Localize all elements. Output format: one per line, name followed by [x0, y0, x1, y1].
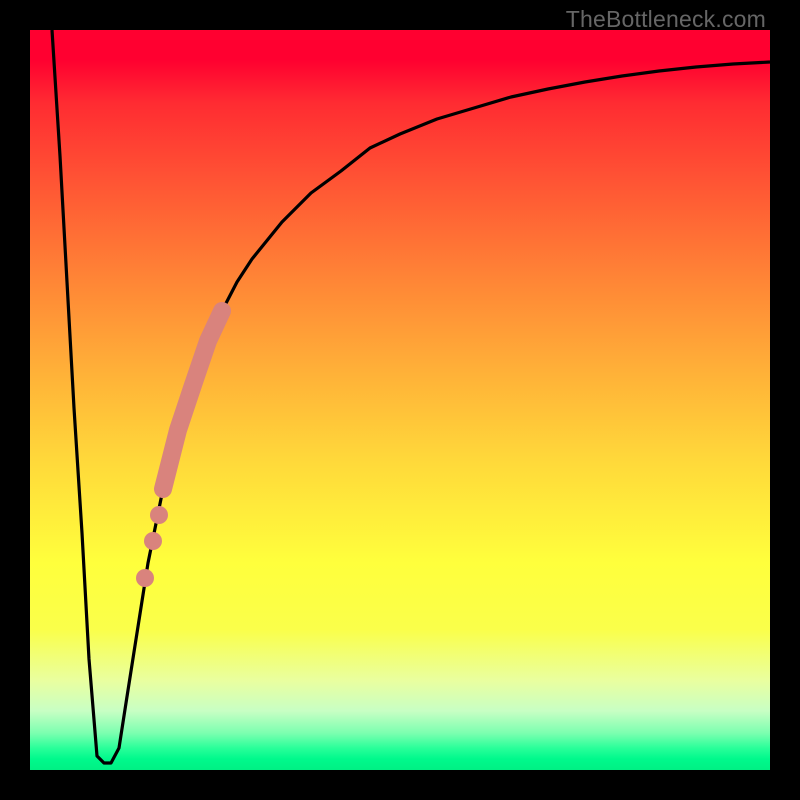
chart-frame: TheBottleneck.com	[0, 0, 800, 800]
plot-area	[30, 30, 770, 770]
highlighted-range	[163, 311, 222, 489]
highlight-dot	[150, 506, 168, 524]
watermark-text: TheBottleneck.com	[566, 6, 766, 33]
highlight-dot	[144, 532, 162, 550]
bottleneck-curve	[52, 30, 770, 763]
highlight-dot	[136, 569, 154, 587]
chart-svg	[30, 30, 770, 770]
